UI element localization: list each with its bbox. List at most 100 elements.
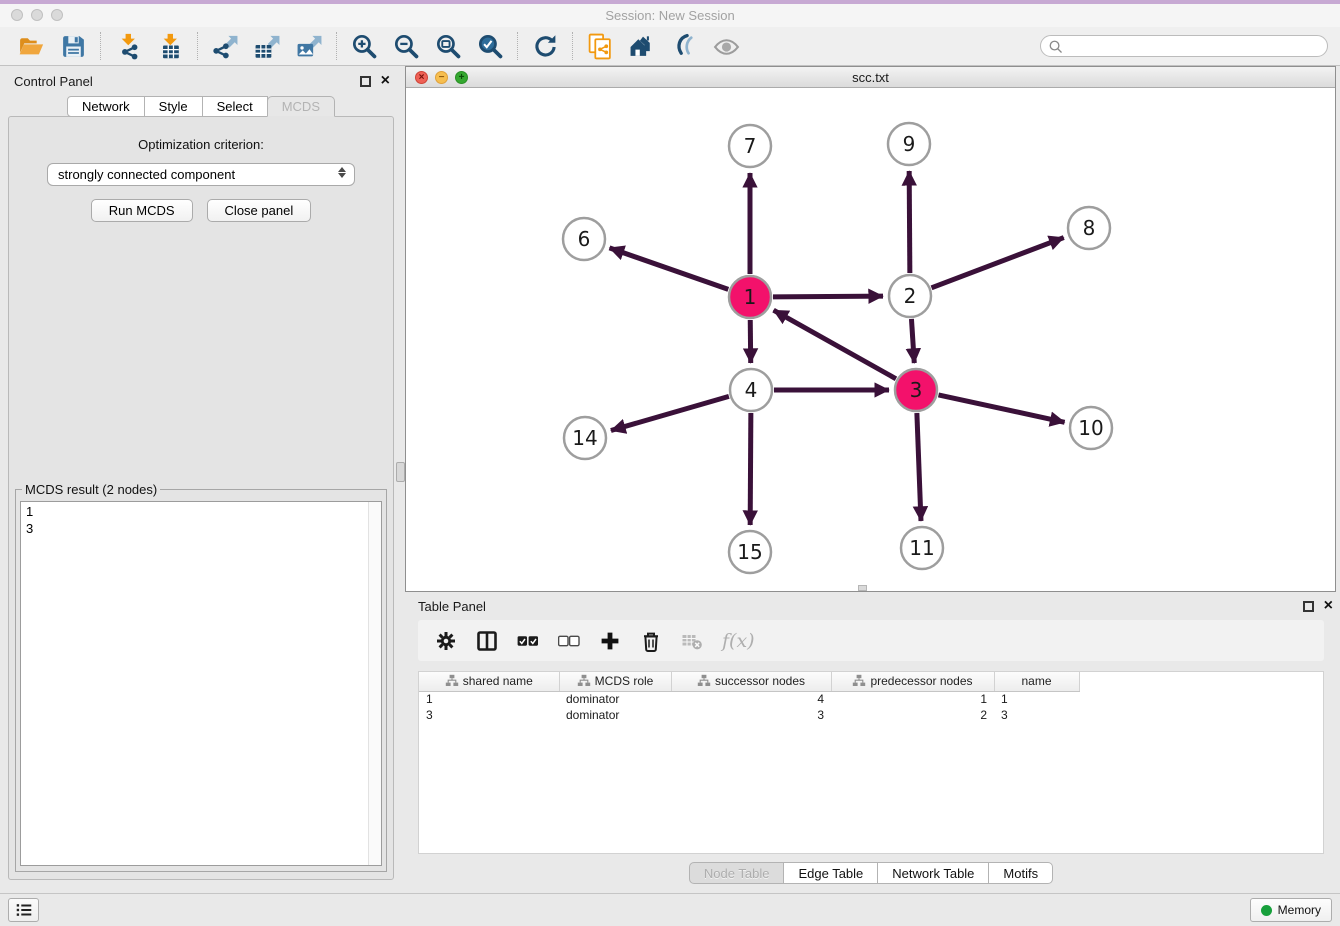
optimization-criterion-select[interactable]: strongly connected component — [47, 163, 355, 186]
node-table: shared nameMCDS rolesuccessor nodesprede… — [419, 672, 1080, 723]
table-cell[interactable]: dominator — [559, 691, 671, 707]
node-11[interactable]: 11 — [901, 527, 943, 569]
tab-select[interactable]: Select — [202, 96, 268, 117]
import-table-button[interactable] — [149, 30, 191, 63]
edge-4-15[interactable] — [750, 413, 751, 525]
horizontal-splitter-handle[interactable] — [858, 585, 867, 591]
zoom-fit-button[interactable] — [427, 30, 469, 63]
export-image-button[interactable] — [288, 30, 330, 63]
node-10[interactable]: 10 — [1070, 407, 1112, 449]
table-cell[interactable]: 2 — [831, 707, 994, 723]
result-scrollbar[interactable] — [368, 502, 381, 865]
main-toolbar — [0, 27, 1340, 66]
control-panel-float-button[interactable] — [360, 76, 371, 87]
node-label: 11 — [909, 536, 934, 560]
frame-close-button[interactable]: × — [415, 71, 428, 84]
table-row[interactable]: 1dominator411 — [419, 691, 1079, 707]
table-row[interactable]: 3dominator323 — [419, 707, 1079, 723]
edge-3-10[interactable] — [938, 395, 1064, 422]
tab-motifs[interactable]: Motifs — [988, 862, 1053, 884]
add-button[interactable] — [599, 630, 621, 652]
open-file-button[interactable] — [10, 30, 52, 63]
node-3[interactable]: 3 — [895, 369, 937, 411]
control-panel-close-button[interactable]: × — [381, 73, 390, 89]
close-panel-button[interactable]: Close panel — [207, 199, 312, 222]
search-input[interactable] — [1067, 39, 1320, 53]
app-maximize-button[interactable] — [51, 9, 63, 21]
export-network-button[interactable] — [204, 30, 246, 63]
table-cell[interactable]: dominator — [559, 707, 671, 723]
network-file-button[interactable] — [579, 30, 621, 63]
table-panel-tabs: Node TableEdge TableNetwork TableMotifs — [405, 862, 1337, 884]
delete-button[interactable] — [640, 630, 662, 652]
apply-layout-button[interactable] — [524, 30, 566, 63]
node-label: 6 — [578, 227, 591, 251]
edge-4-14[interactable] — [611, 396, 729, 430]
toggle-columns-button[interactable] — [476, 630, 498, 652]
table-cell[interactable]: 1 — [419, 691, 559, 707]
app-minimize-button[interactable] — [31, 9, 43, 21]
table-panel-close-button[interactable]: × — [1324, 598, 1333, 614]
show-panels-button[interactable] — [8, 898, 39, 922]
column-header-name[interactable]: name — [994, 672, 1079, 691]
tab-mcds[interactable]: MCDS — [267, 96, 335, 117]
column-header-predecessor-nodes[interactable]: predecessor nodes — [831, 672, 994, 691]
hide-button[interactable] — [705, 30, 747, 63]
network-canvas[interactable]: 1 2 3 4 6 7 8 9 10 11 14 15 — [406, 88, 1335, 591]
table-cell[interactable]: 1 — [831, 691, 994, 707]
edge-3-11[interactable] — [917, 413, 921, 521]
table-header-row: shared nameMCDS rolesuccessor nodesprede… — [419, 672, 1079, 691]
edge-1-6[interactable] — [609, 248, 728, 290]
deselect-all-button[interactable] — [558, 630, 580, 652]
tab-network[interactable]: Network — [67, 96, 145, 117]
edge-2-9[interactable] — [909, 171, 910, 273]
import-network-button[interactable] — [107, 30, 149, 63]
node-4[interactable]: 4 — [730, 369, 772, 411]
tab-edge-table[interactable]: Edge Table — [783, 862, 878, 884]
node-15[interactable]: 15 — [729, 531, 771, 573]
edge-2-3[interactable] — [911, 319, 914, 363]
node-2[interactable]: 2 — [889, 275, 931, 317]
search-box[interactable] — [1040, 35, 1328, 57]
table-cell[interactable]: 3 — [671, 707, 831, 723]
table-panel-float-button[interactable] — [1303, 601, 1314, 612]
memory-button[interactable]: Memory — [1250, 898, 1332, 922]
app-close-button[interactable] — [11, 9, 23, 21]
edge-2-8[interactable] — [932, 238, 1064, 288]
node-7[interactable]: 7 — [729, 125, 771, 167]
style-button[interactable] — [663, 30, 705, 63]
zoom-selected-button[interactable] — [469, 30, 511, 63]
column-header-successor-nodes[interactable]: successor nodes — [671, 672, 831, 691]
select-all-button[interactable] — [517, 630, 539, 652]
zoom-in-button[interactable] — [343, 30, 385, 63]
settings-button[interactable] — [435, 630, 457, 652]
save-session-button[interactable] — [52, 30, 94, 63]
table-cell[interactable]: 3 — [419, 707, 559, 723]
tab-node-table[interactable]: Node Table — [689, 862, 785, 884]
apply-layout-icon — [532, 33, 559, 60]
home-button[interactable] — [621, 30, 663, 63]
node-label: 14 — [572, 426, 597, 450]
node-6[interactable]: 6 — [563, 218, 605, 260]
mcds-result-area[interactable]: 1 3 — [20, 501, 382, 866]
node-1[interactable]: 1 — [729, 276, 771, 318]
table-cell[interactable]: 1 — [994, 691, 1079, 707]
edge-3-1[interactable] — [774, 310, 896, 379]
column-header-mcds-role[interactable]: MCDS role — [559, 672, 671, 691]
tab-style[interactable]: Style — [144, 96, 203, 117]
node-14[interactable]: 14 — [564, 417, 606, 459]
node-8[interactable]: 8 — [1068, 207, 1110, 249]
edge-1-2[interactable] — [773, 296, 883, 297]
run-mcds-button[interactable]: Run MCDS — [91, 199, 193, 222]
node-label: 1 — [744, 285, 757, 309]
table-cell[interactable]: 4 — [671, 691, 831, 707]
table-cell[interactable]: 3 — [994, 707, 1079, 723]
node-9[interactable]: 9 — [888, 123, 930, 165]
export-table-button[interactable] — [246, 30, 288, 63]
frame-minimize-button[interactable]: − — [435, 71, 448, 84]
column-header-shared-name[interactable]: shared name — [419, 672, 559, 691]
frame-maximize-button[interactable]: + — [455, 71, 468, 84]
zoom-out-button[interactable] — [385, 30, 427, 63]
vertical-splitter-handle[interactable] — [396, 462, 405, 482]
tab-network-table[interactable]: Network Table — [877, 862, 989, 884]
